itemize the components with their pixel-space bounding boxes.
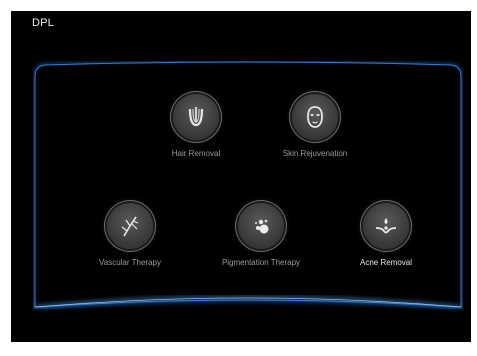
hair-follicle-icon	[173, 94, 219, 140]
treatment-hair-removal[interactable]: Hair Removal	[141, 94, 251, 158]
pigment-dots-icon	[238, 203, 284, 249]
face-mask-icon	[292, 94, 338, 140]
blood-vessel-icon	[107, 203, 153, 249]
treatment-label: Acne Removal	[359, 258, 413, 267]
treatment-label: Skin Rejuvenation	[282, 149, 348, 158]
treatment-panel: Hair Removal Skin Rejuvenation Vascular …	[33, 61, 463, 323]
treatment-label: Vascular Therapy	[99, 258, 161, 267]
treatment-pigmentation-therapy[interactable]: Pigmentation Therapy	[206, 203, 316, 267]
app-title: DPL	[32, 17, 54, 29]
treatment-acne-removal[interactable]: Acne Removal	[331, 203, 441, 267]
treatment-label: Hair Removal	[171, 149, 221, 158]
treatment-skin-rejuvenation[interactable]: Skin Rejuvenation	[260, 94, 370, 158]
treatment-label: Pigmentation Therapy	[221, 258, 301, 267]
acne-icon	[363, 203, 409, 249]
treatment-vascular-therapy[interactable]: Vascular Therapy	[75, 203, 185, 267]
app-screen: DPL Hair Removal Skin Rejuvenation Vascu…	[11, 11, 471, 342]
